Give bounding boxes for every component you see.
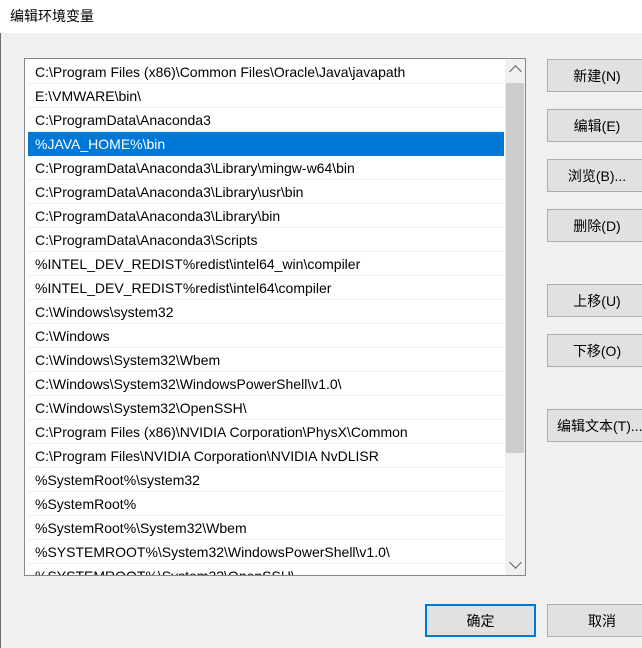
list-item[interactable]: C:\Program Files\NVIDIA Corporation\NVID… [28, 444, 504, 468]
browse-button[interactable]: 浏览(B)... [547, 159, 642, 192]
edit-text-button[interactable]: 编辑文本(T)... [547, 409, 642, 442]
list-item-selected[interactable]: %JAVA_HOME%\bin [28, 132, 504, 156]
list-item[interactable]: %SYSTEMROOT%\System32\WindowsPowerShell\… [28, 540, 504, 564]
list-item[interactable]: %SYSTEMROOT%\System32\OpenSSH\ [28, 564, 504, 575]
move-down-button[interactable]: 下移(O) [547, 334, 642, 367]
scrollbar-thumb[interactable] [506, 83, 524, 453]
title-bar: 编辑环境变量 [0, 0, 642, 33]
edit-button[interactable]: 编辑(E) [547, 109, 642, 142]
list-item[interactable]: C:\Windows\System32\OpenSSH\ [28, 396, 504, 420]
new-button[interactable]: 新建(N) [547, 59, 642, 92]
scroll-up-button[interactable] [505, 59, 525, 79]
list-item[interactable]: %SystemRoot% [28, 492, 504, 516]
delete-button[interactable]: 删除(D) [547, 209, 642, 242]
vertical-scrollbar[interactable] [505, 59, 525, 575]
list-item[interactable]: C:\Program Files (x86)\Common Files\Orac… [28, 59, 504, 84]
move-up-button[interactable]: 上移(U) [547, 284, 642, 317]
list-item[interactable]: %SystemRoot%\system32 [28, 468, 504, 492]
list-item[interactable]: C:\ProgramData\Anaconda3 [28, 108, 504, 132]
list-item[interactable]: C:\Windows [28, 324, 504, 348]
list-item[interactable]: C:\ProgramData\Anaconda3\Library\usr\bin [28, 180, 504, 204]
list-item[interactable]: C:\ProgramData\Anaconda3\Library\mingw-w… [28, 156, 504, 180]
list-item[interactable]: C:\Windows\system32 [28, 300, 504, 324]
list-item[interactable]: C:\Program Files (x86)\NVIDIA Corporatio… [28, 420, 504, 444]
list-item[interactable]: C:\ProgramData\Anaconda3\Library\bin [28, 204, 504, 228]
path-list[interactable]: C:\Program Files (x86)\Common Files\Orac… [25, 59, 505, 575]
window-title: 编辑环境变量 [10, 8, 94, 24]
list-item[interactable]: C:\Windows\System32\Wbem [28, 348, 504, 372]
list-item[interactable]: C:\Windows\System32\WindowsPowerShell\v1… [28, 372, 504, 396]
chevron-down-icon [508, 556, 522, 569]
list-item[interactable]: E:\VMWARE\bin\ [28, 84, 504, 108]
chevron-up-icon [508, 65, 522, 78]
window-border [0, 33, 1, 648]
list-item[interactable]: %INTEL_DEV_REDIST%redist\intel64_win\com… [28, 252, 504, 276]
list-item[interactable]: C:\ProgramData\Anaconda3\Scripts [28, 228, 504, 252]
scroll-down-button[interactable] [505, 555, 525, 575]
ok-button[interactable]: 确定 [425, 604, 536, 637]
list-item[interactable]: %INTEL_DEV_REDIST%redist\intel64\compile… [28, 276, 504, 300]
list-item[interactable]: %SystemRoot%\System32\Wbem [28, 516, 504, 540]
cancel-button[interactable]: 取消 [547, 604, 642, 637]
path-list-box[interactable]: C:\Program Files (x86)\Common Files\Orac… [24, 58, 526, 576]
